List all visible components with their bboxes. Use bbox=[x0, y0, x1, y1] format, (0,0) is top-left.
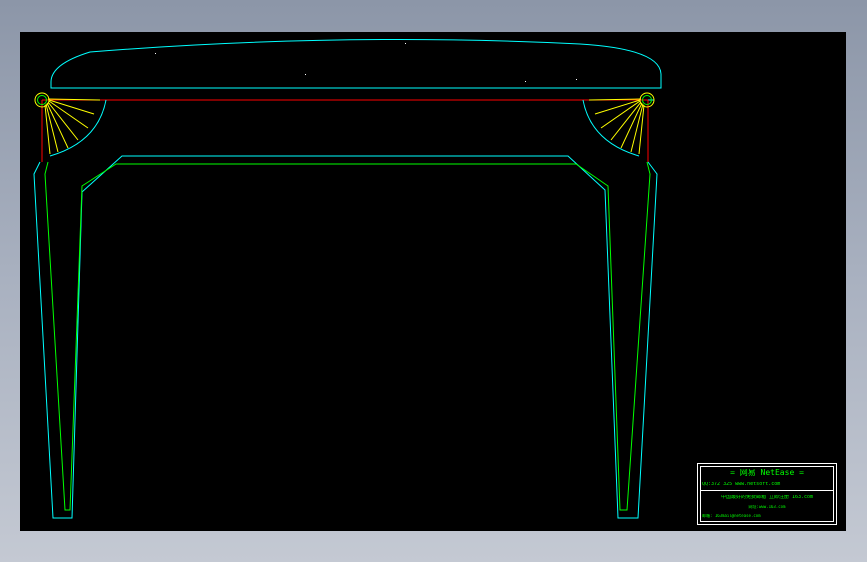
table-elevation-drawing bbox=[33, 39, 662, 519]
title-block-divider bbox=[700, 490, 834, 491]
title-block: = 网易 NetEase = QQ:372 325 www.netsoft.co… bbox=[697, 463, 837, 525]
table-top-outline bbox=[50, 39, 662, 89]
leg-frame-inner bbox=[44, 161, 651, 511]
title-block-contact: QQ:372 325 www.netsoft.com bbox=[702, 482, 781, 487]
title-block-line-3: 中国最好的免费邮箱 立即注册 163.com bbox=[720, 495, 814, 500]
title-block-brand: = 网易 NetEase = bbox=[730, 469, 804, 477]
right-fan-carving bbox=[582, 92, 655, 157]
title-block-line-4: 网址:www.163.com bbox=[748, 505, 786, 509]
top-surface-marks bbox=[155, 43, 577, 82]
left-fan-carving bbox=[34, 92, 107, 157]
cad-drawing-viewport[interactable]: = 网易 NetEase = QQ:372 325 www.netsoft.co… bbox=[20, 32, 846, 531]
leg-frame-outline bbox=[33, 155, 658, 519]
title-block-line-5: 邮箱: 163mail@netease.com bbox=[702, 514, 761, 518]
